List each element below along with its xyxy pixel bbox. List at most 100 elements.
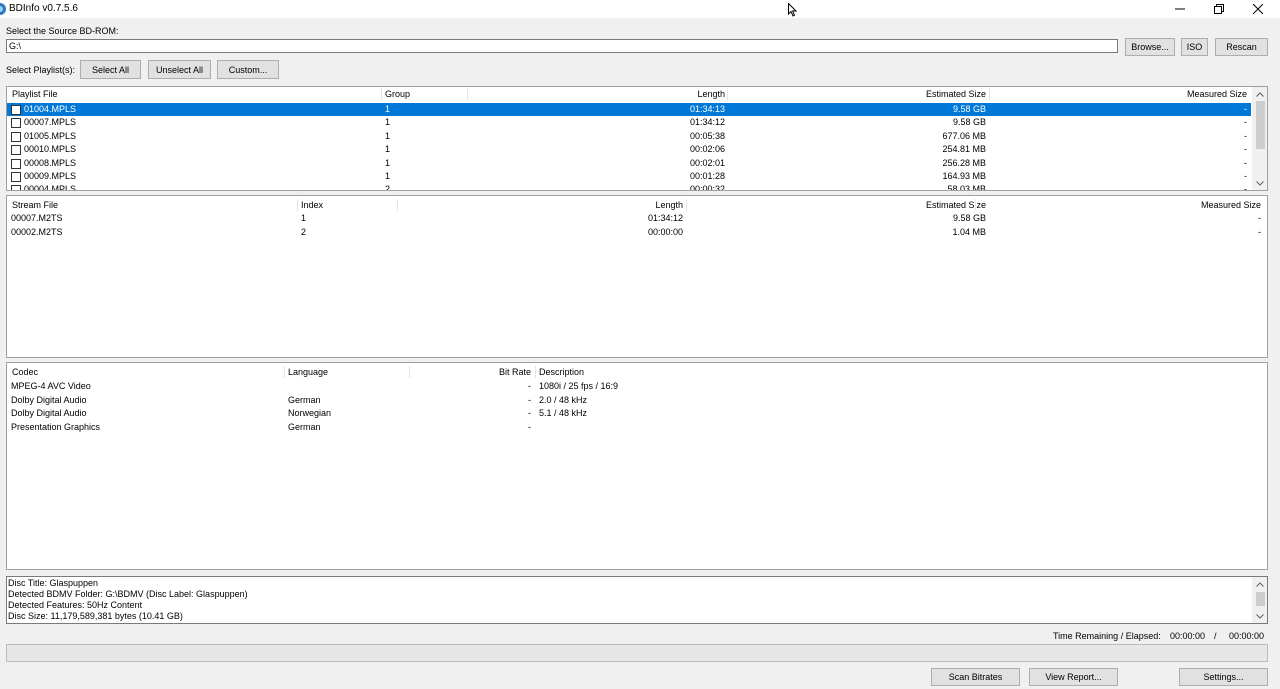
table-cell: 58.03 MB: [947, 184, 986, 191]
time-elapsed: 00:00:00: [1229, 631, 1265, 641]
close-button[interactable]: [1238, 0, 1278, 18]
info-scrollbar[interactable]: [1252, 577, 1267, 623]
chevron-down-icon[interactable]: [1252, 176, 1267, 190]
playlist-row[interactable]: 00008.MPLS 1 00:02:01 256.28 MB -: [7, 157, 1251, 170]
info-line: Detected BDMV Folder: G:\BDMV (Disc Labe…: [8, 589, 248, 599]
window-title: BDInfo v0.7.5.6: [9, 3, 78, 14]
table-cell: German: [288, 421, 321, 432]
playlist-row[interactable]: 00009.MPLS 1 00:01:28 164.93 MB -: [7, 170, 1251, 183]
settings-button[interactable]: Settings...: [1179, 668, 1268, 686]
disc-info-textbox[interactable]: Disc Title: Glaspuppen Detected BDMV Fol…: [6, 576, 1268, 624]
title-bar: [0, 0, 1280, 18]
table-cell: 00007.M2TS: [11, 213, 63, 223]
playlist-checkbox[interactable]: [11, 131, 21, 142]
header-estimated-size[interactable]: Estimated Size: [787, 87, 986, 101]
table-cell: Dolby Digital Audio: [11, 394, 87, 405]
table-cell: 1080i / 25 fps / 16:9: [539, 381, 619, 391]
header-index[interactable]: Index: [301, 198, 323, 212]
header-codec[interactable]: Codec: [12, 365, 38, 379]
playlist-row[interactable]: 01005.MPLS 1 00:05:38 677.06 MB -: [7, 130, 1251, 143]
table-cell: 00:00:32: [689, 184, 725, 191]
custom-button[interactable]: Custom...: [217, 60, 279, 79]
select-all-button[interactable]: Select All: [80, 60, 141, 79]
header-playlist-file[interactable]: Playlist File: [12, 87, 58, 101]
table-cell: 1.04 MB: [952, 226, 986, 237]
table-cell: -: [1258, 213, 1261, 223]
header-length[interactable]: Length: [567, 198, 683, 212]
playlist-checkbox[interactable]: [11, 105, 21, 115]
table-cell: 00:02:01: [689, 157, 725, 168]
restore-button[interactable]: [1199, 0, 1239, 18]
table-cell: Dolby Digital Audio: [11, 408, 87, 418]
playlist-checkbox[interactable]: [11, 118, 21, 129]
stream-list[interactable]: Stream File Index Length Estimated Size …: [6, 195, 1268, 358]
unselect-all-button[interactable]: Unselect All: [148, 60, 211, 79]
table-cell: MPEG-4 AVC Video: [11, 381, 91, 391]
table-cell: 2: [385, 184, 391, 191]
table-cell: 00004.MPLS: [24, 184, 77, 191]
table-cell: 164.93 MB: [942, 171, 986, 181]
table-cell: -: [1244, 184, 1247, 191]
header-description[interactable]: Description: [539, 365, 584, 379]
header-separator: [284, 366, 285, 378]
table-cell: 00010.MPLS: [24, 144, 77, 155]
codec-row[interactable]: Dolby Digital Audio German -2.0 / 48 kHz: [7, 394, 1267, 407]
view-report-button[interactable]: View Report...: [1029, 668, 1118, 686]
header-measured-size[interactable]: Measured Size: [1047, 87, 1247, 101]
playlist-row[interactable]: 01004.MPLS 1 01:34:13 9.58 GB -: [7, 103, 1251, 116]
source-label: Select the Source BD-ROM:: [6, 26, 119, 36]
source-path-input[interactable]: [6, 39, 1118, 53]
table-cell: 00:00:00: [647, 226, 683, 237]
codec-row[interactable]: MPEG-4 AVC Video -1080i / 25 fps / 16:9: [7, 380, 1267, 393]
header-stream-file[interactable]: Stream File: [12, 198, 58, 212]
header-group[interactable]: Group: [385, 87, 410, 101]
browse-button[interactable]: Browse...: [1125, 38, 1175, 56]
table-cell: -: [1258, 226, 1261, 237]
minimize-icon: [1175, 8, 1185, 10]
codec-list[interactable]: Codec Language Bit Rate Description MPEG…: [6, 362, 1268, 570]
table-cell: 00007.MPLS: [24, 117, 77, 128]
chevron-up-icon[interactable]: [1252, 87, 1267, 101]
table-cell: 01004.MPLS: [24, 104, 77, 114]
playlist-row[interactable]: 00007.MPLS 1 01:34:12 9.58 GB -: [7, 116, 1251, 129]
header-separator: [467, 88, 468, 100]
minimize-button[interactable]: [1160, 0, 1200, 18]
table-cell: 00002.M2TS: [11, 226, 63, 237]
stream-row[interactable]: 00002.M2TS 2 00:00:00 1.04 MB -: [7, 226, 1267, 239]
header-bit-rate[interactable]: Bit Rate: [427, 365, 531, 379]
table-cell: 9.58 GB: [952, 117, 986, 128]
playlist-scrollbar[interactable]: [1252, 87, 1267, 190]
playlist-checkbox[interactable]: [11, 145, 21, 156]
time-separator: /: [1214, 631, 1217, 641]
header-length[interactable]: Length: [607, 87, 725, 101]
table-cell: 1: [385, 104, 391, 114]
scroll-thumb[interactable]: [1256, 101, 1265, 149]
codec-row[interactable]: Presentation Graphics German -: [7, 421, 1267, 434]
playlist-checkbox[interactable]: [11, 158, 21, 169]
table-cell: 677.06 MB: [942, 130, 986, 141]
playlist-row[interactable]: 00010.MPLS 1 00:02:06 254.81 MB -: [7, 143, 1251, 156]
header-language[interactable]: Language: [288, 365, 328, 379]
iso-button[interactable]: ISO: [1181, 38, 1208, 56]
stream-row[interactable]: 00007.M2TS 1 01:34:12 9.58 GB -: [7, 212, 1267, 225]
playlist-row[interactable]: 00004.MPLS 2 00:00:32 58.03 MB -: [7, 183, 1251, 191]
codec-row[interactable]: Dolby Digital Audio Norwegian -5.1 / 48 kH…: [7, 407, 1267, 420]
header-measured-size[interactable]: Measured Size: [1047, 198, 1261, 212]
scroll-thumb[interactable]: [1256, 592, 1265, 606]
playlist-checkbox[interactable]: [11, 185, 21, 190]
table-cell: 1: [385, 117, 391, 128]
playlist-checkbox[interactable]: [11, 172, 21, 182]
table-cell: 00:02:06: [689, 144, 725, 155]
playlist-list[interactable]: Playlist File Group Length Estimated Siz…: [6, 86, 1268, 191]
time-label: Time Remaining / Elapsed:: [1053, 631, 1161, 641]
rescan-button[interactable]: Rescan: [1215, 38, 1268, 56]
scan-bitrates-button[interactable]: Scan Bitrates: [931, 668, 1020, 686]
table-cell: -: [528, 408, 531, 418]
table-cell: 1: [385, 171, 391, 181]
header-separator: [989, 88, 990, 100]
chevron-down-icon[interactable]: [1252, 609, 1267, 623]
table-cell: 00009.MPLS: [24, 171, 77, 181]
chevron-up-icon[interactable]: [1252, 577, 1267, 591]
header-estimated-size[interactable]: Estimated Size: [767, 198, 986, 212]
playlist-select-label: Select Playlist(s):: [6, 65, 76, 75]
